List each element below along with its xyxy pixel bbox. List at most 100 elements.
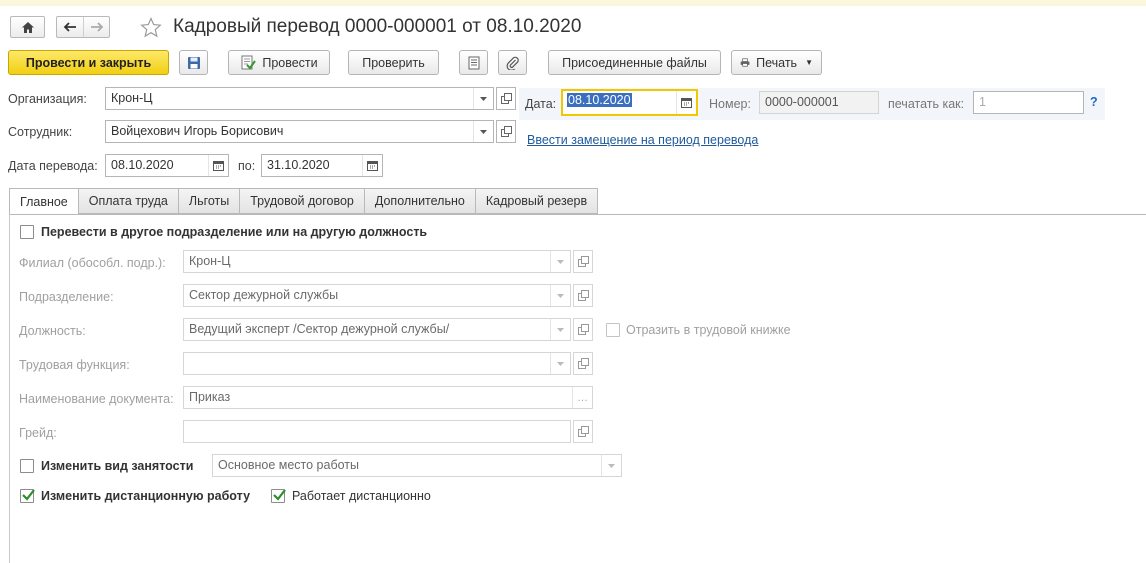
department-dropdown-button[interactable] [550,285,570,306]
labor-function-open-button[interactable] [573,352,593,375]
document-name-field[interactable]: Приказ … [183,386,593,409]
works-remotely-checkbox-label: Работает дистанционно [292,489,431,503]
home-button[interactable] [10,16,45,38]
employee-value: Войцехович Игорь Борисович [111,124,284,138]
date-field[interactable]: 08.10.2020 [561,89,698,116]
print-button[interactable]: Печать ▼ [731,50,822,75]
favorite-star-icon[interactable] [140,17,162,38]
attach-button[interactable] [498,50,527,75]
labor-function-field[interactable] [183,352,571,375]
labor-function-label: Трудовая функция: [19,358,130,372]
attached-files-button[interactable]: Присоединенные файлы [548,50,721,75]
dropdown-arrow-icon [608,463,615,468]
home-icon [21,21,34,33]
employee-dropdown-button[interactable] [473,121,493,142]
tab-personnel-reserve[interactable]: Кадровый резерв [475,188,599,214]
remote-work-checkbox[interactable] [20,489,35,503]
labor-function-dropdown-button[interactable] [550,353,570,374]
date-calendar-button[interactable] [676,91,696,114]
forward-button[interactable] [83,17,109,37]
department-label: Подразделение: [19,290,114,304]
grade-value [184,421,570,442]
transfer-checkbox-label: Перевести в другое подразделение или на … [41,225,428,239]
employment-type-value: Основное место работы [218,458,360,472]
grade-open-button[interactable] [573,420,593,443]
labor-function-value [184,353,550,374]
to-date-value: 31.10.2020 [267,158,330,172]
employment-type-field[interactable]: Основное место работы [212,454,622,477]
employee-label: Сотрудник: [8,125,73,139]
position-open-button[interactable] [573,318,593,341]
open-window-icon [577,324,589,335]
organization-field[interactable]: Крон-Ц [105,87,494,110]
floppy-disk-icon [187,56,200,69]
tab-benefits[interactable]: Льготы [178,188,241,214]
list-document-icon [468,56,479,69]
organization-label: Организация: [8,92,87,106]
branch-value: Крон-Ц [189,254,231,268]
paperclip-icon [506,56,519,70]
position-dropdown-button[interactable] [550,319,570,340]
tab-payroll[interactable]: Оплата труда [78,188,179,214]
calendar-icon [681,98,692,108]
to-date-label: по: [238,159,256,173]
tab-additional[interactable]: Дополнительно [364,188,476,214]
date-label: Дата: [525,97,557,111]
employment-type-dropdown-button[interactable] [601,455,621,476]
transfer-date-calendar-button[interactable] [208,155,228,176]
dropdown-arrow-icon [557,361,564,366]
back-button[interactable] [57,17,83,37]
grade-field[interactable] [183,420,571,443]
branch-dropdown-button[interactable] [550,251,570,272]
transfer-checkbox[interactable] [20,225,34,239]
print-as-field[interactable]: 1 [973,91,1084,114]
organization-value: Крон-Ц [111,91,153,105]
print-as-value: 1 [979,95,986,109]
chevron-down-icon: ▼ [805,58,813,67]
save-button[interactable] [179,50,208,75]
open-window-icon [577,290,589,301]
position-value: Ведущий эксперт /Сектор дежурной службы/ [189,322,450,336]
print-button-label: Печать [756,55,798,70]
transfer-date-label: Дата перевода: [8,159,98,173]
dropdown-arrow-icon [557,293,564,298]
organization-open-button[interactable] [496,87,516,110]
employee-open-button[interactable] [496,120,516,143]
workbook-checkbox-label: Отразить в трудовой книжке [626,323,791,337]
check-button[interactable]: Проверить [348,50,439,75]
employee-field[interactable]: Войцехович Игорь Борисович [105,120,494,143]
tab-bar: Главное Оплата труда Льготы Трудовой дог… [9,188,599,215]
document-structure-button[interactable] [459,50,488,75]
number-field[interactable]: 0000-000001 [759,91,879,114]
checkmark-icon [22,489,35,501]
document-name-select-button[interactable]: … [572,387,592,408]
tab-employment-contract[interactable]: Трудовой договор [240,188,365,214]
workbook-checkbox[interactable] [606,323,620,337]
arrow-right-icon [90,22,103,32]
dropdown-arrow-icon [557,327,564,332]
branch-open-button[interactable] [573,250,593,273]
post-and-close-button[interactable]: Провести и закрыть [8,50,169,75]
help-link[interactable]: ? [1090,95,1098,109]
post-document-icon [241,55,257,70]
department-field[interactable]: Сектор дежурной службы [183,284,571,307]
transfer-date-value: 08.10.2020 [111,158,174,172]
open-window-icon [500,126,512,137]
employment-type-checkbox[interactable] [20,459,34,473]
organization-dropdown-button[interactable] [473,88,493,109]
transfer-date-field[interactable]: 08.10.2020 [105,154,229,177]
to-date-field[interactable]: 31.10.2020 [261,154,383,177]
dropdown-arrow-icon [480,129,487,134]
post-button-label: Провести [262,55,318,70]
branch-field[interactable]: Крон-Ц [183,250,571,273]
works-remotely-checkbox[interactable] [271,489,286,503]
enter-replacement-link[interactable]: Ввести замещение на период перевода [527,133,758,147]
to-date-calendar-button[interactable] [362,155,382,176]
department-open-button[interactable] [573,284,593,307]
date-value: 08.10.2020 [563,91,676,114]
tab-main[interactable]: Главное [9,188,79,215]
document-title: Кадровый перевод 0000-000001 от 08.10.20… [173,16,582,37]
open-window-icon [577,358,589,369]
position-field[interactable]: Ведущий эксперт /Сектор дежурной службы/ [183,318,571,341]
post-button[interactable]: Провести [228,50,330,75]
